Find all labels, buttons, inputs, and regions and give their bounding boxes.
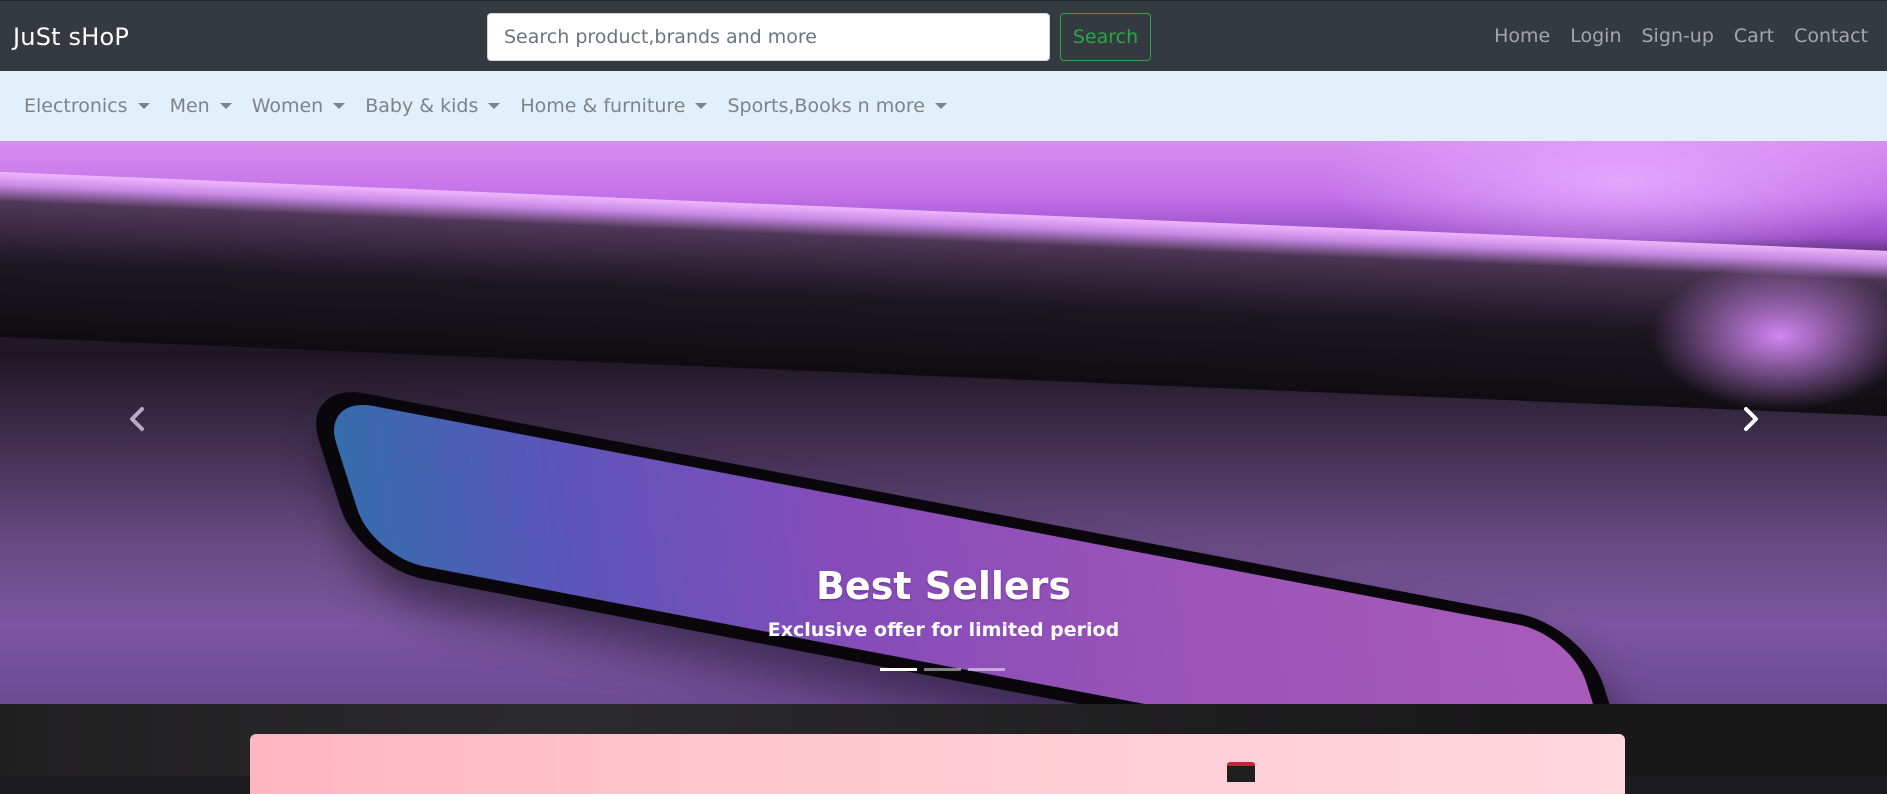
search-input[interactable]	[487, 13, 1050, 61]
slide-image-phone	[300, 381, 1644, 704]
category-label: Men	[169, 95, 210, 117]
top-nav-links: Home Login Sign-up Cart Contact	[1494, 25, 1868, 47]
category-dropdown-men[interactable]: Men	[170, 95, 232, 117]
search-button[interactable]: Search	[1060, 13, 1151, 61]
carousel-caption-title: Best Sellers	[815, 564, 1072, 608]
nav-link-home[interactable]: Home	[1494, 25, 1550, 47]
carousel-next-button[interactable]	[1730, 399, 1770, 439]
category-label: Sports,Books n more	[727, 95, 925, 117]
brand-logo-text[interactable]: JuSt sHoP	[13, 23, 129, 51]
top-navbar: JuSt sHoP Search Home Login Sign-up Cart…	[0, 0, 1887, 71]
carousel-indicator-2[interactable]	[924, 668, 961, 671]
category-label: Baby & kids	[365, 95, 479, 117]
nav-link-contact[interactable]: Contact	[1794, 25, 1868, 47]
caret-down-icon	[219, 103, 232, 109]
nav-link-login[interactable]: Login	[1570, 25, 1621, 47]
carousel-indicators	[880, 668, 1005, 671]
carousel-caption-text: Exclusive offer for limited period	[767, 619, 1120, 641]
caret-down-icon	[137, 103, 150, 109]
category-label: Women	[251, 95, 324, 117]
carousel-indicator-3[interactable]	[968, 668, 1005, 671]
category-label: Home & furniture	[520, 95, 686, 117]
nav-link-signup[interactable]: Sign-up	[1642, 25, 1714, 47]
category-dropdown-home-furniture[interactable]: Home & furniture	[520, 95, 708, 117]
nav-link-cart[interactable]: Cart	[1734, 25, 1774, 47]
slide-image-glow	[1650, 261, 1887, 411]
caret-down-icon	[695, 103, 708, 109]
product-image	[1227, 762, 1255, 782]
caret-down-icon	[934, 103, 947, 109]
category-bar: Electronics Men Women Baby & kids Home &…	[0, 71, 1887, 141]
promo-banner-card[interactable]	[250, 734, 1625, 794]
slide-image-shelf	[0, 171, 1887, 418]
category-dropdown-baby-kids[interactable]: Baby & kids	[365, 95, 501, 117]
slide-image-phone-screen	[321, 396, 1623, 704]
category-dropdown-sports-books[interactable]: Sports,Books n more	[727, 95, 947, 117]
category-dropdown-women[interactable]: Women	[252, 95, 346, 117]
caret-down-icon	[488, 103, 501, 109]
chevron-right-icon	[1744, 407, 1758, 431]
caret-down-icon	[333, 103, 346, 109]
carousel-indicator-1[interactable]	[880, 668, 917, 671]
chevron-left-icon	[130, 407, 144, 431]
category-dropdown-electronics[interactable]: Electronics	[24, 95, 150, 117]
carousel-prev-button[interactable]	[118, 399, 158, 439]
category-label: Electronics	[24, 95, 128, 117]
hero-carousel: Best Sellers Exclusive offer for limited…	[0, 141, 1887, 704]
category-list: Electronics Men Women Baby & kids Home &…	[24, 95, 947, 117]
